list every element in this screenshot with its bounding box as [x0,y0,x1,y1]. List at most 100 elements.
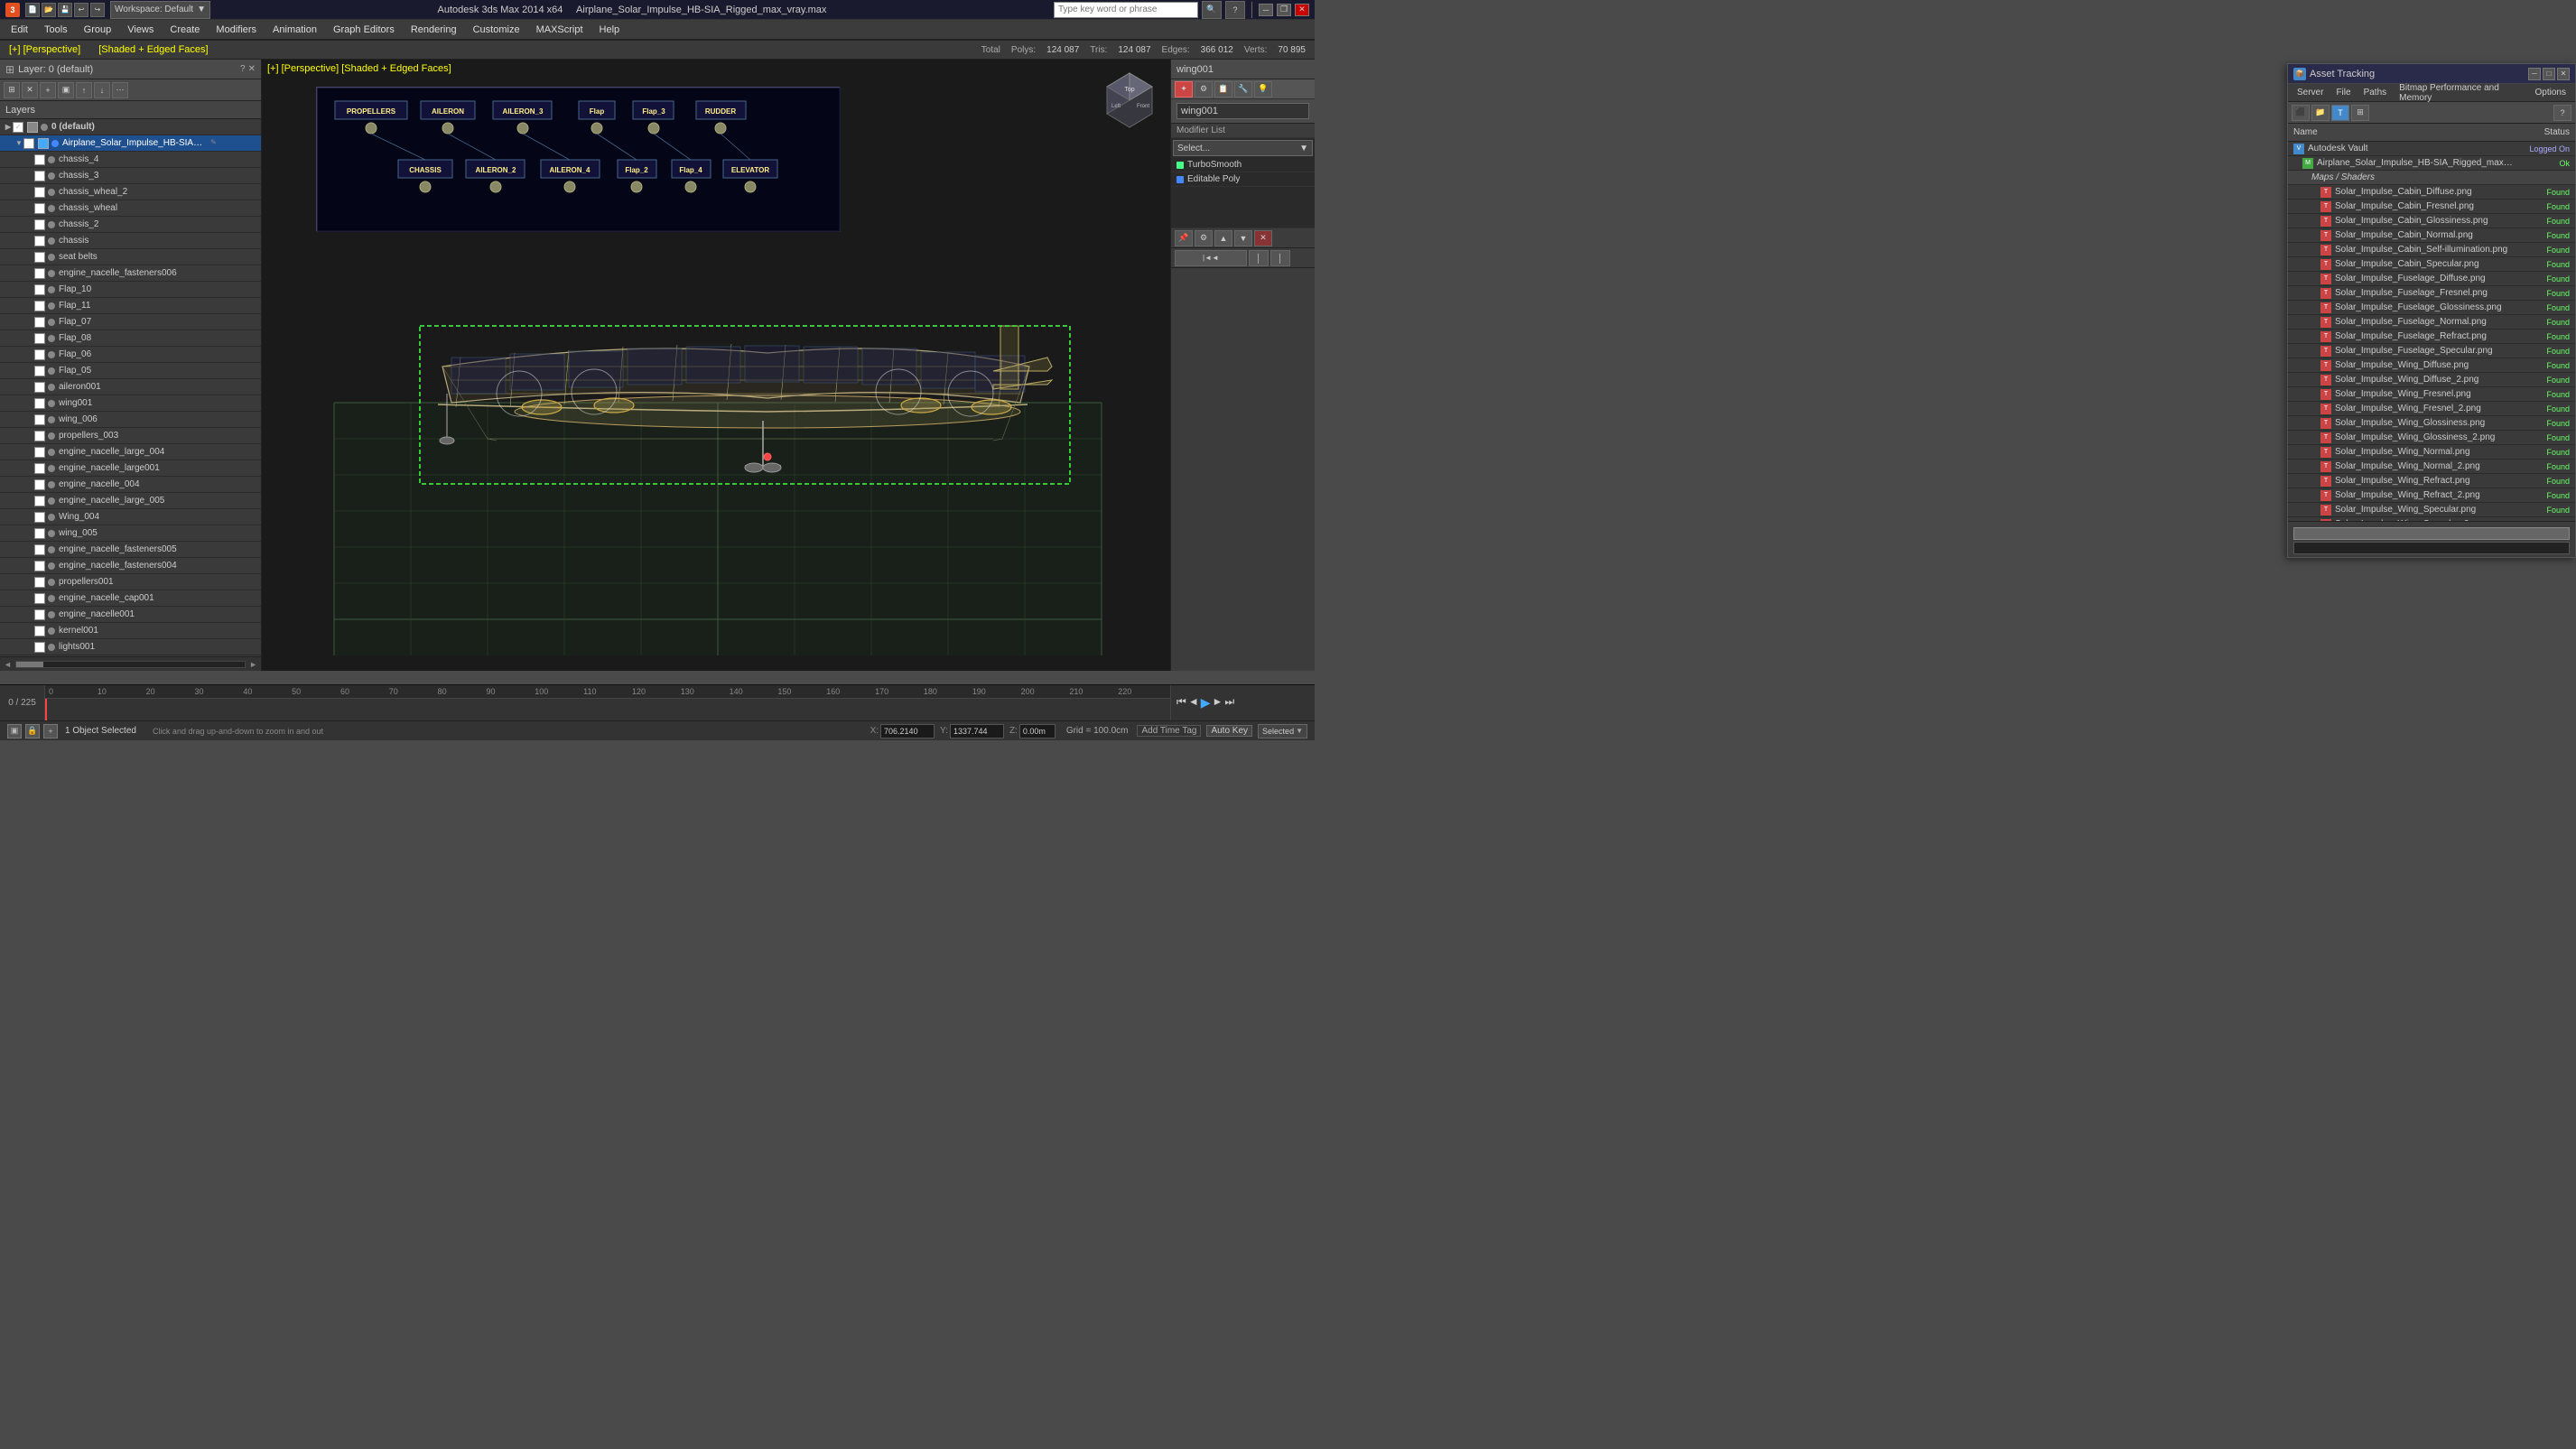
layer-item-root[interactable]: ▶ ✓ 0 (default) [0,119,261,135]
layer-check-19[interactable] [34,463,45,474]
menu-create[interactable]: Create [163,23,207,37]
timeline-track[interactable]: 0102030405060708090100110120130140150160… [45,685,1170,720]
layer-item-16[interactable]: wing_006 [0,412,261,428]
asset-item-23[interactable]: T Solar_Impulse_Wing_Refract.png Found [2288,474,2575,488]
asset-item-15[interactable]: T Solar_Impulse_Wing_Diffuse.png Found [2288,358,2575,373]
layer-item-26[interactable]: propellers001 [0,574,261,590]
asset-tool-4[interactable]: ⊞ [2351,105,2369,121]
keyset-dropdown[interactable]: Selected ▼ [1258,724,1307,738]
rt-down-btn[interactable]: ▼ [1234,230,1252,246]
layer-check-7[interactable] [34,268,45,279]
layer-check-14[interactable] [34,382,45,393]
rt-delete-btn[interactable]: ✕ [1254,230,1272,246]
timeline-ruler[interactable] [45,698,1170,720]
auto-key-btn[interactable]: Auto Key [1206,725,1252,737]
layer-check-18[interactable] [34,447,45,458]
layer-check-30[interactable] [34,642,45,653]
asset-list[interactable]: V Autodesk Vault Logged On M Airplane_So… [2288,142,2575,521]
add-time-tag[interactable]: Add Time Tag [1137,725,1201,737]
layer-item-12[interactable]: Flap_06 [0,347,261,363]
layer-check-29[interactable] [34,626,45,636]
layer-item-main[interactable]: ▼ ✓ Airplane_Solar_Impulse_HB-SIA_Rigged… [0,135,261,152]
play-btn[interactable]: ▶ [1201,695,1211,711]
layer-check-3[interactable] [34,203,45,214]
next-frame-btn[interactable]: ► [1212,695,1223,711]
asset-maximize-btn[interactable]: □ [2543,68,2555,80]
menu-modifiers[interactable]: Modifiers [209,23,264,37]
asset-item-4[interactable]: T Solar_Impulse_Cabin_Fresnel.png Found [2288,200,2575,214]
layer-check-26[interactable] [34,577,45,588]
modifier-icon-5[interactable]: 💡 [1254,81,1272,98]
layer-check-17[interactable] [34,431,45,441]
asset-close-btn[interactable]: ✕ [2557,68,2570,80]
layer-item-24[interactable]: engine_nacelle_fasteners005 [0,542,261,558]
asset-item-9[interactable]: T Solar_Impulse_Fuselage_Diffuse.png Fou… [2288,272,2575,286]
modifier-icon-2[interactable]: ⚙ [1195,81,1213,98]
layer-check-21[interactable] [34,496,45,506]
menu-animation[interactable]: Animation [265,23,324,37]
search-input[interactable] [1054,2,1198,18]
rt-up-btn[interactable]: ▲ [1214,230,1232,246]
layer-check-15[interactable] [34,398,45,409]
layer-check-28[interactable] [34,609,45,620]
nav-cube[interactable]: Top Left Front [1098,69,1161,132]
key-next-btn[interactable]: ⏭ [1224,695,1234,711]
viewport[interactable]: [+] [Perspective] [Shaded + Edged Faces]… [262,60,1170,671]
layer-item-11[interactable]: Flap_08 [0,330,261,347]
asset-item-17[interactable]: T Solar_Impulse_Wing_Fresnel.png Found [2288,387,2575,402]
layer-check-9[interactable] [34,301,45,311]
modifier-name-input[interactable] [1176,103,1309,119]
layer-item-7[interactable]: engine_nacelle_fasteners006 [0,265,261,282]
asset-menu-server[interactable]: Server [2292,87,2329,98]
layer-item-30[interactable]: lights001 [0,639,261,655]
layer-check-4[interactable] [34,219,45,230]
layer-item-21[interactable]: engine_nacelle_large_005 [0,493,261,509]
menu-graph-editors[interactable]: Graph Editors [326,23,402,37]
close-btn[interactable]: ✕ [1295,4,1309,16]
rt-extra-1[interactable]: |◄◄ [1175,250,1247,266]
layer-edit-icon[interactable]: ✎ [210,138,221,149]
undo-btn[interactable]: ↩ [74,3,88,17]
layer-item-29[interactable]: kernel001 [0,623,261,639]
asset-menu-bitmap[interactable]: Bitmap Performance and Memory [2394,82,2527,104]
layer-item-28[interactable]: engine_nacelle001 [0,607,261,623]
layer-item-2[interactable]: chassis_wheal_2 [0,184,261,200]
menu-tools[interactable]: Tools [37,23,75,37]
layer-check-13[interactable] [34,366,45,376]
layer-check-main[interactable]: ✓ [23,138,34,149]
layer-item-5[interactable]: chassis [0,233,261,249]
restore-btn[interactable]: ❐ [1277,4,1291,16]
rt-config-btn[interactable]: ⚙ [1195,230,1213,246]
minimize-btn[interactable]: ─ [1259,4,1273,16]
prev-frame-btn[interactable]: ◄ [1188,695,1199,711]
layer-item-8[interactable]: Flap_10 [0,282,261,298]
layer-check-12[interactable] [34,349,45,360]
asset-menu-paths[interactable]: Paths [2358,87,2393,98]
workspace-dropdown[interactable]: Workspace: Default ▼ [110,1,210,19]
search-btn[interactable]: 🔍 [1202,1,1222,19]
menu-rendering[interactable]: Rendering [404,23,464,37]
asset-item-8[interactable]: T Solar_Impulse_Cabin_Specular.png Found [2288,257,2575,272]
layer-check-23[interactable] [34,528,45,539]
redo-btn[interactable]: ↪ [90,3,105,17]
asset-menu-file[interactable]: File [2330,87,2356,98]
layer-item-13[interactable]: Flap_05 [0,363,261,379]
layer-item-4[interactable]: chassis_2 [0,217,261,233]
layer-check-1[interactable] [34,171,45,181]
rt-pin-btn[interactable]: 📌 [1175,230,1193,246]
modifier-dropdown[interactable]: Select... ▼ [1173,140,1313,156]
rt-extra-2[interactable]: │ [1249,250,1269,266]
rt-extra-3[interactable]: │ [1270,250,1290,266]
modifier-icon-4[interactable]: 🔧 [1234,81,1252,98]
status-icon-2[interactable]: 🔒 [25,724,40,738]
layers-list[interactable]: ▶ ✓ 0 (default) ▼ ✓ Airplane_Solar_Impul… [0,119,261,656]
layer-item-14[interactable]: aileron001 [0,379,261,395]
layer-vis[interactable] [27,122,38,133]
layers-tool-6[interactable]: ↓ [94,82,110,98]
layer-item-10[interactable]: Flap_07 [0,314,261,330]
save-btn[interactable]: 💾 [58,3,72,17]
asset-item-22[interactable]: T Solar_Impulse_Wing_Normal_2.png Found [2288,460,2575,474]
menu-edit[interactable]: Edit [4,23,35,37]
asset-item-24[interactable]: T Solar_Impulse_Wing_Refract_2.png Found [2288,488,2575,503]
asset-item-18[interactable]: T Solar_Impulse_Wing_Fresnel_2.png Found [2288,402,2575,416]
